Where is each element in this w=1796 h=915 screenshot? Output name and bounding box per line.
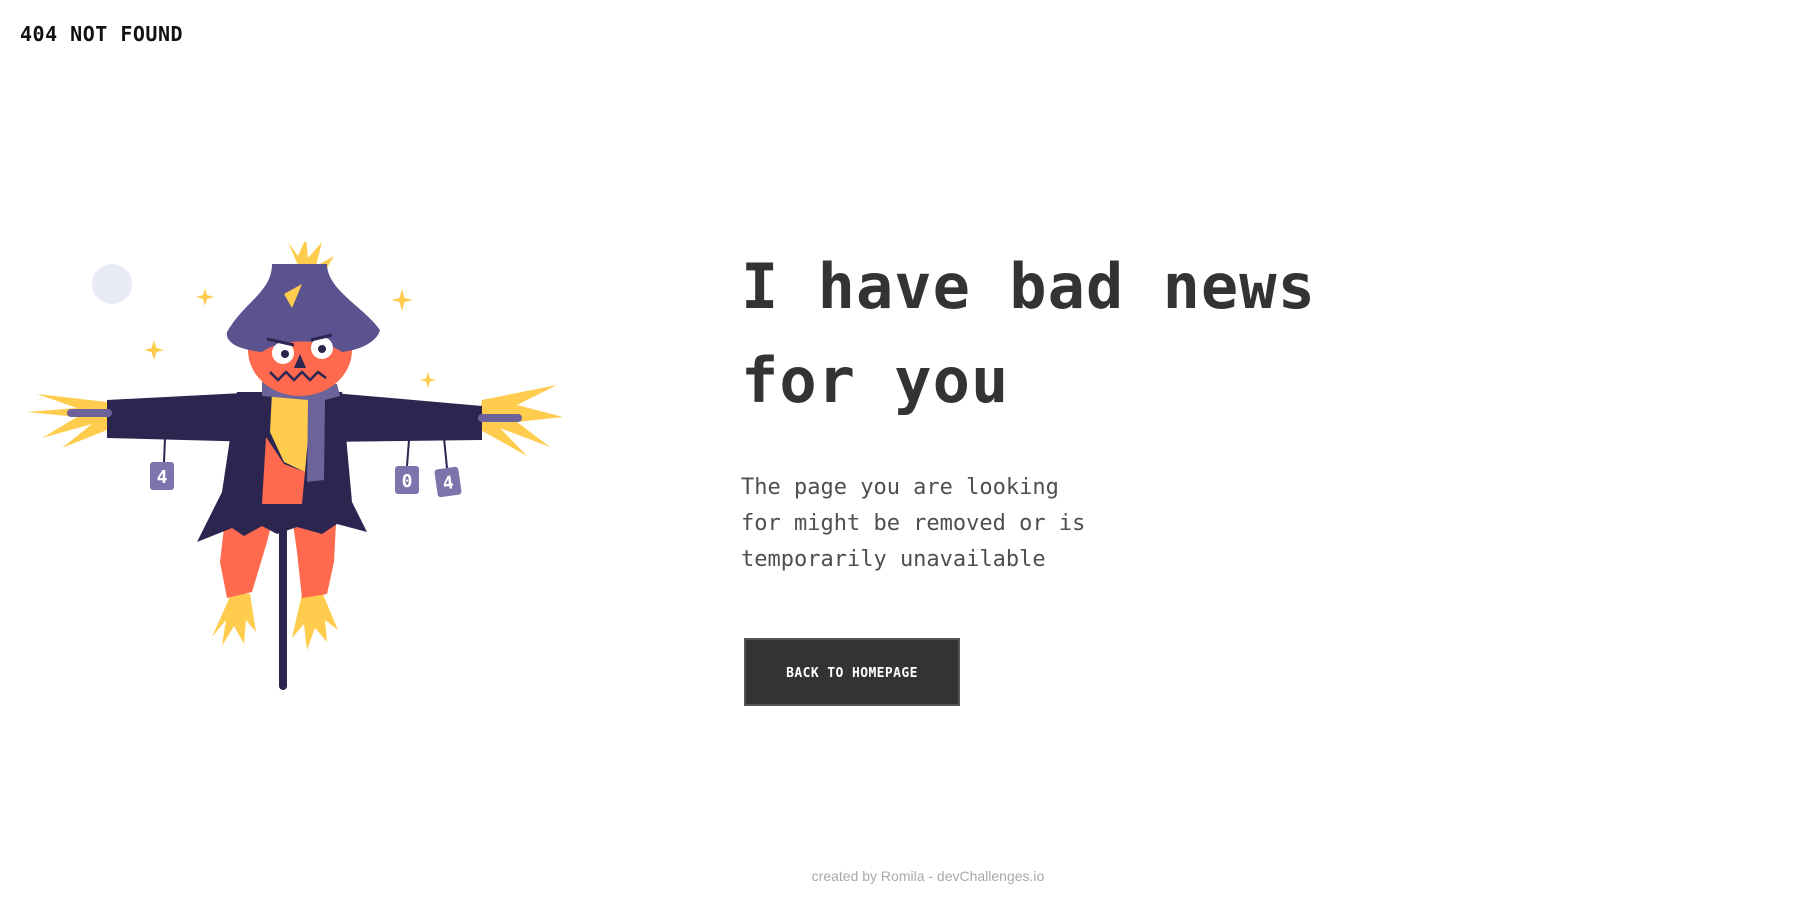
message-line-2: for might be removed or is [741,511,1086,536]
footer: created by Romila - devChallenges.io [0,868,1796,884]
svg-text:0: 0 [402,471,413,492]
headline-line-1: I have bad news [741,250,1316,323]
straw-left [27,394,117,448]
straw-feet [212,592,338,650]
message-line-1: The page you are looking [741,475,1059,500]
message-line-3: temporarily unavailable [741,547,1046,572]
hat [226,264,380,352]
main-content: I have bad news for you The page you are… [741,240,1441,706]
headline-line-2: for you [741,344,1010,417]
svg-text:4: 4 [157,467,168,488]
page-headline: I have bad news for you [741,240,1441,428]
logo-text: 404 NOT FOUND [20,22,184,46]
moon-icon [92,264,132,304]
back-to-homepage-button[interactable]: BACK TO HOMEPAGE [744,638,960,706]
footer-credit: created by Romila - devChallenges.io [811,868,1045,884]
error-message: The page you are looking for might be re… [741,470,1131,578]
scarecrow-illustration: 4 0 4 [27,242,562,690]
